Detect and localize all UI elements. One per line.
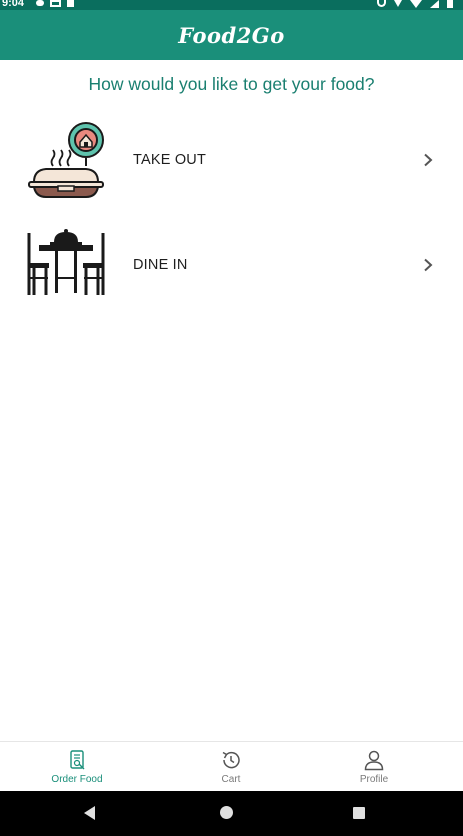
nav-order-food[interactable]: Order Food xyxy=(0,742,154,792)
status-notification-icons xyxy=(36,0,74,10)
app-title: Food2Go xyxy=(178,22,285,48)
nav-cart-label: Cart xyxy=(221,774,241,785)
option-take-out-label: TAKE OUT xyxy=(133,152,207,168)
battery-icon xyxy=(447,0,453,8)
status-bar: 9:04 xyxy=(0,0,463,10)
option-dine-in[interactable]: DINE IN xyxy=(0,225,463,305)
alarm-icon xyxy=(377,0,386,7)
nav-order-food-label: Order Food xyxy=(51,774,103,785)
notification-icon xyxy=(67,0,74,7)
status-system-icons xyxy=(377,0,453,10)
page-prompt: How would you like to get your food? xyxy=(88,74,375,94)
nav-profile[interactable]: Profile xyxy=(297,742,451,792)
option-take-out[interactable]: TAKE OUT xyxy=(0,120,463,200)
dining-table-icon xyxy=(27,229,105,295)
app-bar: Food2Go xyxy=(0,10,463,60)
order-food-icon xyxy=(70,750,85,770)
home-icon[interactable] xyxy=(220,806,233,819)
nav-profile-label: Profile xyxy=(359,774,389,785)
bottom-navigation: Order Food Cart Profile xyxy=(0,741,463,791)
system-navigation-bar xyxy=(0,791,463,836)
vpn-icon xyxy=(394,0,402,7)
settings-icon xyxy=(36,0,44,6)
back-icon[interactable] xyxy=(84,806,95,820)
profile-icon xyxy=(364,750,384,771)
chevron-right-icon[interactable] xyxy=(421,258,435,272)
nav-cart[interactable]: Cart xyxy=(154,742,308,792)
status-time: 9:04 xyxy=(2,0,25,9)
recent-apps-icon[interactable] xyxy=(353,807,365,819)
takeout-box-icon xyxy=(28,122,104,198)
wifi-icon xyxy=(410,0,422,8)
option-dine-in-label: DINE IN xyxy=(133,257,188,273)
card-icon xyxy=(50,0,61,7)
history-icon xyxy=(222,751,240,769)
signal-icon xyxy=(430,0,439,8)
chevron-right-icon[interactable] xyxy=(421,153,435,167)
